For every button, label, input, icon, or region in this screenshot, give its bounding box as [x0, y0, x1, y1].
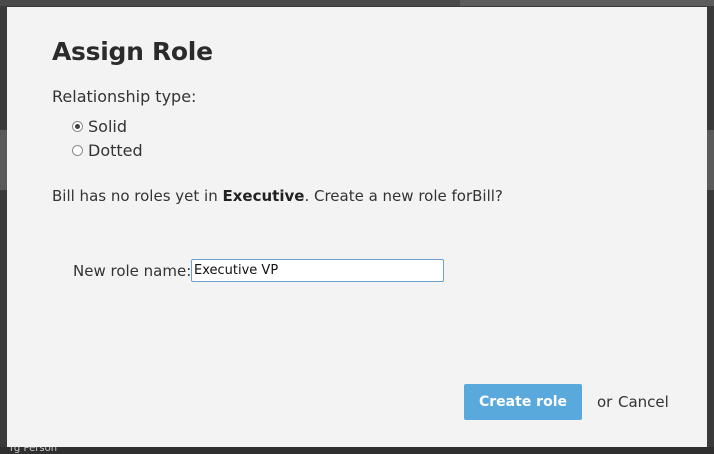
- solid-radio[interactable]: [72, 121, 83, 132]
- relationship-option-dotted[interactable]: Dotted: [72, 141, 143, 160]
- new-role-name-label: New role name:: [73, 262, 192, 280]
- backdrop-strip: [0, 130, 7, 190]
- message-group-name: Executive: [222, 187, 305, 205]
- solid-radio-label: Solid: [88, 117, 127, 136]
- dotted-radio-label: Dotted: [88, 141, 143, 160]
- backdrop-strip: [0, 447, 714, 454]
- backdrop-strip: [707, 130, 714, 190]
- relationship-type-label: Relationship type:: [52, 87, 197, 106]
- backdrop-strip: [460, 0, 714, 6]
- dialog-title: Assign Role: [52, 37, 213, 66]
- assign-role-dialog: Assign Role Relationship type: Solid Dot…: [7, 7, 707, 447]
- cancel-link[interactable]: Cancel: [618, 393, 669, 411]
- no-roles-message: Bill has no roles yet in Executive. Crea…: [52, 187, 503, 205]
- message-suffix: . Create a new role forBill?: [304, 187, 503, 205]
- dotted-radio[interactable]: [72, 145, 83, 156]
- or-separator: or: [597, 393, 613, 411]
- create-role-button[interactable]: Create role: [464, 384, 582, 420]
- relationship-option-solid[interactable]: Solid: [72, 117, 127, 136]
- message-prefix: Bill has no roles yet in: [52, 187, 218, 205]
- new-role-name-input[interactable]: [191, 259, 444, 282]
